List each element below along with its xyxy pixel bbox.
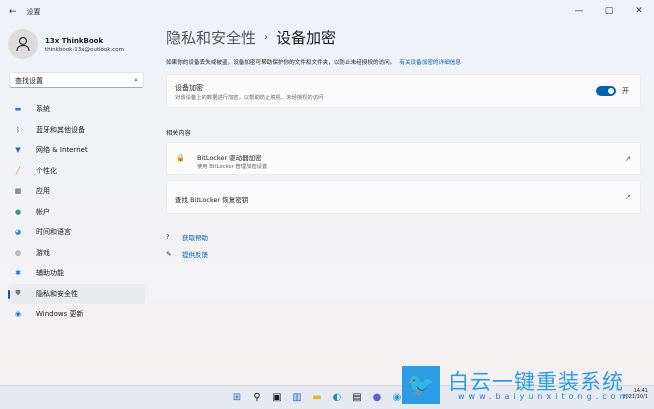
description-text: 如果你的设备丢失或被盗，设备加密可帮助保护你的文件和文件夹，以防止未经授权的访问… [166, 60, 396, 66]
windows-start-icon[interactable]: ⊞ [230, 391, 244, 405]
arrow-left-icon[interactable]: ← [9, 7, 17, 17]
file-explorer-icon[interactable]: ▬ [310, 391, 324, 405]
encryption-subtitle: 对该设备上的数据进行加密，以帮助防止脱机、未经授权的访问 [175, 95, 324, 101]
sidebar-item-label: 帐户 [36, 207, 50, 216]
related-header: 相关内容 [166, 130, 191, 137]
sidebar-item-label: 个性化 [36, 166, 57, 175]
sidebar-item[interactable]: ◍ 游戏 [8, 243, 145, 264]
sidebar-item[interactable]: ▦ 应用 [8, 181, 145, 202]
sidebar-item[interactable]: ● 帐户 [8, 202, 145, 223]
page-title: 设备加密 [276, 29, 337, 47]
bitlocker-card[interactable]: 🔒 BitLocker 驱动器加密 使用 BitLocker 管理加密设置 ↗ [166, 142, 641, 175]
bitlocker-title: BitLocker 驱动器加密 [197, 154, 262, 162]
shield-icon: ⛊ [15, 289, 21, 298]
sidebar-item[interactable]: ✱ 辅助功能 [8, 263, 145, 284]
monitor-icon: ▬ [14, 105, 22, 114]
encryption-title: 设备加密 [175, 84, 203, 92]
description: 如果你的设备丢失或被盗，设备加密可帮助保护你的文件和文件夹，以防止未经授权的访问… [166, 58, 461, 66]
chevron-right-icon: › [264, 32, 269, 43]
search-placeholder: 查找设置 [15, 77, 43, 85]
feedback-link[interactable]: ✎ 提供反馈 [166, 249, 208, 259]
bluetooth-icon: ᛒ [15, 125, 21, 134]
wifi-icon: ▼ [15, 146, 21, 155]
recovery-key-card[interactable]: 查找 BitLocker 恢复密钥 ↗ [166, 180, 641, 214]
maximize-button[interactable]: ▢ [594, 0, 624, 22]
window-title: 设置 [26, 8, 41, 16]
apps-icon: ▦ [14, 187, 22, 196]
sidebar-item-label: 蓝牙和其他设备 [36, 125, 85, 134]
drive-lock-icon: 🔒 [176, 154, 185, 162]
get-help-link[interactable]: ? 获取帮助 [166, 232, 208, 242]
sidebar-item[interactable]: ╱ 个性化 [8, 161, 145, 182]
get-help-label: 获取帮助 [182, 234, 208, 242]
external-link-icon: ↗ [625, 193, 631, 201]
help-icon: ? [166, 233, 170, 241]
learn-more-link[interactable]: 有关设备加密的详细信息 [399, 60, 461, 66]
edge-icon[interactable]: ◐ [330, 391, 344, 405]
sidebar-item[interactable]: ◉ Windows 更新 [8, 304, 145, 325]
close-button[interactable]: ✕ [624, 0, 654, 22]
sidebar: ▬ 系统 ᛒ 蓝牙和其他设备 ▼ 网络 & Internet ╱ 个性化 ▦ 应用 ● 帐户 ◕ 时间和语… [8, 99, 145, 325]
title-bar: ← 设置 — ▢ ✕ [0, 0, 654, 24]
sidebar-item-label: 应用 [36, 187, 50, 196]
search-input[interactable]: 查找设置 ⌕ [9, 72, 144, 88]
search-icon: ⌕ [134, 76, 138, 84]
avatar[interactable] [8, 29, 38, 59]
sidebar-item[interactable]: ▬ 系统 [8, 99, 145, 120]
feedback-label: 提供反馈 [182, 251, 208, 259]
sidebar-item-label: 辅助功能 [36, 269, 64, 278]
user-email: thinkbook-13x@outlook.com [45, 47, 124, 53]
search-icon[interactable]: ⚲ [250, 391, 264, 405]
brush-icon: ╱ [15, 166, 21, 175]
accessibility-icon: ✱ [15, 269, 21, 278]
sidebar-item-label: 游戏 [36, 248, 50, 257]
widgets-icon[interactable]: ▥ [290, 391, 304, 405]
external-link-icon: ↗ [625, 155, 631, 163]
gamepad-icon: ◍ [14, 248, 22, 257]
breadcrumb: 隐私和安全性 › 设备加密 [166, 27, 336, 48]
sidebar-item-label: 网络 & Internet [36, 146, 88, 155]
person-icon: ● [14, 207, 22, 216]
minimize-button[interactable]: — [564, 0, 594, 22]
sidebar-item[interactable]: ▼ 网络 & Internet [8, 140, 145, 161]
sidebar-item-label: 隐私和安全性 [36, 289, 78, 298]
recovery-key-title: 查找 BitLocker 恢复密钥 [175, 196, 249, 204]
store-icon[interactable]: ▤ [350, 391, 364, 405]
watermark-url: www.baiyunxitong.com [458, 392, 632, 401]
user-name: 13x ThinkBook [45, 37, 104, 45]
sidebar-item[interactable]: ᛒ 蓝牙和其他设备 [8, 120, 145, 141]
sidebar-item-label: 系统 [36, 105, 50, 114]
watermark-logo: 🐦 白云一键重装系统 www.baiyunxitong.com [402, 366, 627, 404]
sidebar-item[interactable]: ◕ 时间和语言 [8, 222, 145, 243]
encryption-toggle[interactable] [596, 86, 616, 96]
app-icon[interactable]: ● [370, 391, 384, 405]
sidebar-item-label: 时间和语言 [36, 228, 71, 237]
device-encryption-card: 设备加密 对该设备上的数据进行加密，以帮助防止脱机、未经授权的访问 开 [166, 74, 641, 108]
breadcrumb-parent[interactable]: 隐私和安全性 [166, 27, 256, 48]
sidebar-item[interactable]: ⛊ 隐私和安全性 [8, 283, 145, 304]
globe-clock-icon: ◕ [14, 228, 22, 237]
bitlocker-subtitle: 使用 BitLocker 管理加密设置 [197, 164, 268, 170]
person-icon [16, 36, 30, 52]
toggle-label: 开 [622, 87, 629, 95]
sidebar-item-label: Windows 更新 [36, 310, 84, 319]
update-icon: ◉ [14, 310, 22, 319]
bird-icon: 🐦 [402, 366, 440, 404]
task-view-icon[interactable]: ▣ [270, 391, 284, 405]
feedback-icon: ✎ [166, 250, 172, 258]
